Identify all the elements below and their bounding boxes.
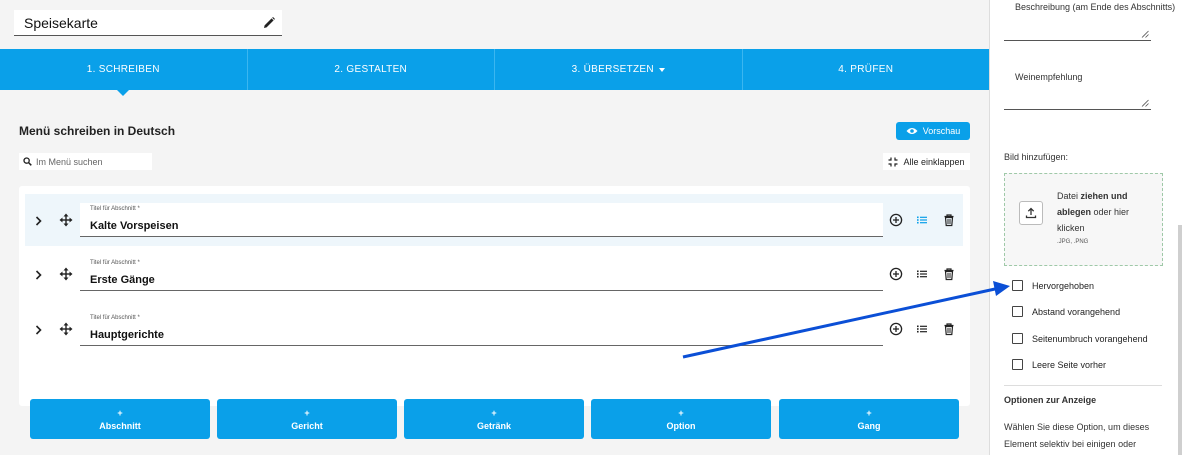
document-title-field[interactable]: Speisekarte (14, 10, 282, 36)
section-title-field[interactable]: Titel für Abschnitt * Hauptgerichte (80, 312, 883, 346)
display-options-text: Wählen Sie diese Option, um dieses Eleme… (1004, 422, 1150, 449)
dropzone-text: Datei ziehen und ablegen oder hier klick… (1057, 191, 1130, 233)
move-icon[interactable] (59, 322, 73, 336)
search-input[interactable] (36, 156, 146, 167)
checkbox[interactable] (1012, 306, 1023, 317)
tab-review[interactable]: 4. PRÜFEN (743, 49, 990, 90)
section-title-field[interactable]: Titel für Abschnitt * Erste Gänge (80, 257, 883, 291)
add-course-label: Gang (857, 420, 881, 431)
field-label: Titel für Abschnitt * (90, 206, 140, 212)
editor-heading: Menü schreiben in Deutsch (19, 124, 176, 138)
plus-icon: + (678, 407, 684, 418)
section-title-field[interactable]: Titel für Abschnitt * Kalte Vorspeisen (80, 203, 883, 237)
workflow-stepper: 1. SCHREIBEN 2. GESTALTEN 3. ÜBERSETZEN … (0, 49, 990, 96)
tab-write[interactable]: 1. SCHREIBEN (0, 49, 248, 96)
checkbox-blank-page-before[interactable]: Leere Seite vorher (1012, 359, 1106, 370)
plus-icon: + (304, 407, 310, 418)
resize-handle-icon[interactable] (1141, 30, 1149, 38)
plus-icon: + (491, 407, 497, 418)
description-label: Beschreibung (am Ende des Abschnitts) (1015, 2, 1176, 12)
wine-recommendation-label: Weinempfehlung (1015, 72, 1083, 82)
collapse-label: Alle einklappen (903, 156, 965, 167)
add-course-button[interactable]: + Gang (779, 399, 959, 439)
eye-icon (906, 128, 918, 134)
main-editor: Speisekarte 1. SCHREIBEN 2. GESTALTEN 3.… (0, 0, 989, 455)
tab-translate[interactable]: 3. ÜBERSETZEN (495, 49, 743, 90)
field-label: Titel für Abschnitt * (90, 315, 140, 321)
checkbox[interactable] (1012, 359, 1023, 370)
trash-icon[interactable] (942, 267, 956, 281)
search-icon (23, 157, 32, 166)
move-icon[interactable] (59, 213, 73, 227)
display-options-heading: Optionen zur Anzeige (1004, 395, 1097, 405)
caret-down-icon (658, 67, 665, 72)
trash-icon[interactable] (942, 213, 956, 227)
add-section-label: Abschnitt (99, 420, 141, 431)
properties-sidebar: Beschreibung (am Ende des Abschnitts) We… (989, 0, 1182, 455)
trash-icon[interactable] (942, 322, 956, 336)
image-label: Bild hinzufügen: (1004, 152, 1069, 162)
collapse-all-button[interactable]: Alle einklappen (883, 153, 970, 170)
plus-icon: + (117, 407, 123, 418)
add-option-button[interactable]: + Option (591, 399, 771, 439)
resize-handle-icon[interactable] (1141, 99, 1149, 107)
section-row: Titel für Abschnitt * Kalte Vorspeisen (25, 194, 963, 246)
section-title-value: Erste Gänge (90, 274, 155, 286)
add-circle-icon[interactable] (889, 322, 903, 336)
list-icon[interactable] (915, 322, 929, 336)
add-dish-button[interactable]: + Gericht (217, 399, 397, 439)
tab-design[interactable]: 2. GESTALTEN (248, 49, 495, 90)
add-drink-label: Getränk (476, 420, 511, 431)
section-row: Titel für Abschnitt * Hauptgerichte (25, 303, 963, 355)
add-section-button[interactable]: + Abschnitt (30, 399, 210, 439)
wine-recommendation-textarea[interactable] (1004, 86, 1151, 110)
description-textarea[interactable] (1004, 16, 1151, 41)
section-list: Titel für Abschnitt * Kalte Vorspeisen T… (19, 186, 970, 406)
add-option-label: Option (666, 420, 696, 431)
chevron-right-icon[interactable] (35, 216, 43, 226)
preview-button[interactable]: Vorschau (896, 122, 970, 140)
plus-icon: + (866, 407, 872, 418)
add-circle-icon[interactable] (889, 267, 903, 281)
menu-search (19, 153, 152, 170)
chevron-right-icon[interactable] (35, 270, 43, 280)
pencil-icon[interactable] (262, 16, 276, 30)
checkbox[interactable] (1012, 280, 1023, 291)
move-icon[interactable] (59, 267, 73, 281)
section-title-value: Kalte Vorspeisen (90, 220, 179, 232)
checkbox-spacing-before[interactable]: Abstand vorangehend (1012, 306, 1120, 317)
checkbox-label: Abstand vorangehend (1032, 306, 1121, 317)
checkbox-label: Seitenumbruch vorangehend (1032, 333, 1148, 344)
add-dish-label: Gericht (291, 420, 323, 431)
field-label: Titel für Abschnitt * (90, 260, 140, 266)
preview-label: Vorschau (922, 126, 961, 136)
list-icon[interactable] (915, 267, 929, 281)
sidebar-scrollbar[interactable] (1178, 225, 1182, 455)
divider (1004, 385, 1162, 386)
chevron-right-icon[interactable] (35, 325, 43, 335)
add-circle-icon[interactable] (889, 213, 903, 227)
checkbox-page-break-before[interactable]: Seitenumbruch vorangehend (1012, 333, 1148, 344)
collapse-icon (888, 157, 898, 166)
list-icon[interactable] (915, 213, 929, 227)
section-title-value: Hauptgerichte (90, 329, 164, 341)
image-dropzone[interactable]: Datei ziehen und ablegen oder hier klick… (1004, 173, 1163, 266)
dropzone-formats: .JPG, .PNG (1057, 239, 1089, 245)
checkbox[interactable] (1012, 333, 1023, 344)
upload-icon (1019, 201, 1043, 225)
document-title: Speisekarte (24, 15, 98, 31)
add-drink-button[interactable]: + Getränk (404, 399, 584, 439)
checkbox-label: Leere Seite vorher (1032, 359, 1107, 370)
checkbox-label: Hervorgehoben (1032, 280, 1095, 291)
checkbox-highlighted[interactable]: Hervorgehoben (1012, 280, 1094, 291)
section-row: Titel für Abschnitt * Erste Gänge (25, 248, 963, 300)
